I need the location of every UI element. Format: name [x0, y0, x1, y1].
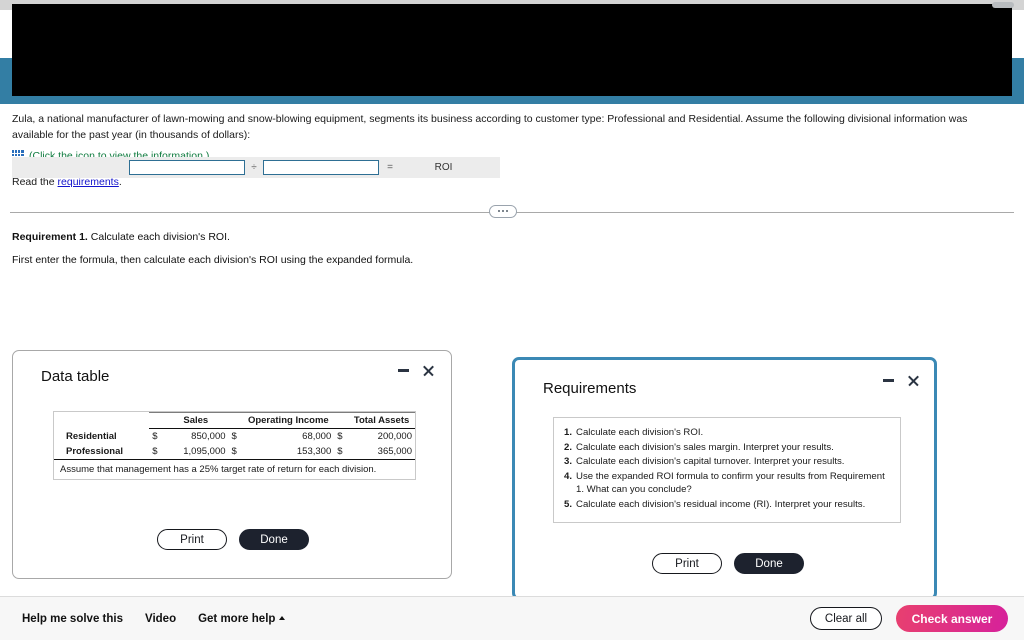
data-table-dialog-title: Data table: [41, 368, 110, 385]
divisional-data-table: Sales Operating Income Total Assets Resi…: [54, 412, 415, 460]
caret-up-icon: [279, 616, 286, 621]
app-root: Zula, a national manufacturer of lawn-mo…: [0, 0, 1024, 640]
col-header-total-assets: Total Assets: [348, 412, 415, 429]
print-button[interactable]: Print: [652, 553, 722, 574]
minimize-icon[interactable]: [883, 379, 894, 382]
close-icon[interactable]: [907, 374, 920, 387]
help-me-solve-this-link[interactable]: Help me solve this: [22, 613, 123, 625]
requirements-dialog-buttons: Print Done: [652, 553, 804, 574]
col-rule-cur2: [228, 412, 243, 429]
table-row: Professional $ 1,095,000 $ 153,300 $ 365…: [54, 444, 415, 460]
done-button[interactable]: Done: [239, 529, 309, 550]
list-item-text: Calculate each division's capital turnov…: [576, 456, 845, 468]
requirements-dialog[interactable]: Requirements 1. Calculate each division'…: [512, 357, 937, 600]
browser-chrome-left: [0, 10, 12, 58]
total-assets-value: 200,000: [377, 431, 412, 442]
table-header-row: Sales Operating Income Total Assets: [54, 412, 415, 429]
equals-operator: =: [387, 162, 393, 173]
divide-operator: ÷: [251, 162, 257, 173]
operating-income-value: 153,300: [242, 444, 335, 460]
col-rule-cur3: [334, 412, 349, 429]
requirements-dialog-controls: [883, 374, 920, 387]
get-more-help-link[interactable]: Get more help: [198, 612, 286, 625]
expand-dots-button[interactable]: [489, 204, 517, 218]
table-header: Sales Operating Income Total Assets: [54, 412, 415, 429]
list-item-number: 2.: [564, 441, 573, 453]
minimize-icon[interactable]: [398, 369, 409, 372]
requirements-dialog-title: Requirements: [543, 380, 637, 397]
table-body: Residential $ 850,000 $ 68,000 $ 200,000…: [54, 429, 415, 460]
list-item-text: Use the expanded ROI formula to confirm …: [576, 470, 885, 496]
sales-value: 850,000: [191, 431, 226, 442]
section-divider: [0, 204, 1024, 219]
formula-entry-row: ÷ = ROI: [12, 157, 500, 178]
col-header-sales: Sales: [163, 412, 229, 429]
clear-all-button[interactable]: Clear all: [810, 607, 882, 630]
list-item-text: Calculate each division's sales margin. …: [576, 441, 834, 453]
list-item-number: 4.: [564, 470, 573, 482]
requirement-instruction: First enter the formula, then calculate …: [12, 253, 414, 266]
list-item-number: 3.: [564, 456, 573, 468]
col-rule-cur1: [149, 412, 164, 429]
total-assets-value: 365,000: [348, 444, 415, 460]
done-button[interactable]: Done: [734, 553, 804, 574]
operating-income-value: 68,000: [302, 431, 332, 442]
video-link[interactable]: Video: [145, 613, 176, 625]
problem-statement: Zula, a national manufacturer of lawn-mo…: [12, 113, 968, 141]
oi-currency: $: [231, 431, 237, 442]
check-answer-button[interactable]: Check answer: [896, 605, 1008, 632]
help-links-group: Help me solve this Video Get more help: [22, 612, 286, 625]
requirements-list-container: 1. Calculate each division's ROI. 2. Cal…: [553, 417, 901, 523]
formula-numerator-input[interactable]: [129, 160, 245, 175]
sales-value: 1,095,000: [163, 444, 229, 460]
formula-result-label: ROI: [434, 162, 453, 173]
header-accent-underline: [0, 96, 1024, 104]
oi-currency: $: [228, 444, 243, 460]
table-row: Residential $ 850,000 $ 68,000 $ 200,000: [54, 429, 415, 445]
data-table-container: Sales Operating Income Total Assets Resi…: [53, 411, 416, 480]
list-item-number: 1.: [564, 427, 573, 438]
formula-denominator-input[interactable]: [263, 160, 379, 175]
data-table-dialog-buttons: Print Done: [157, 529, 309, 550]
list-item-text: Calculate each division's residual incom…: [576, 499, 866, 511]
list-item-number: 5.: [564, 499, 573, 511]
list-item: 3. Calculate each division's capital tur…: [564, 455, 890, 469]
bottom-toolbar: Help me solve this Video Get more help C…: [0, 596, 1024, 640]
ta-currency: $: [334, 444, 349, 460]
col-header-operating-income: Operating Income: [242, 412, 335, 429]
sales-currency: $: [152, 431, 158, 442]
row-label: Residential: [66, 430, 117, 442]
data-table-dialog-controls: [398, 364, 435, 377]
list-item: 4. Use the expanded ROI formula to confi…: [564, 470, 890, 497]
list-item: 1. Calculate each division's ROI.: [564, 426, 890, 440]
dot-icon: [502, 210, 504, 212]
row-label: Professional: [54, 444, 150, 460]
data-table-dialog[interactable]: Data table Sales Operating Income Total …: [12, 350, 452, 579]
sales-currency: $: [149, 444, 164, 460]
get-more-help-label: Get more help: [198, 612, 276, 625]
redacted-header-region: [12, 4, 1012, 96]
col-header-blank: [54, 413, 149, 429]
close-icon[interactable]: [422, 364, 435, 377]
ta-currency: $: [337, 431, 343, 442]
action-buttons-group: Clear all Check answer: [810, 605, 1008, 632]
list-item-text: Calculate each division's ROI.: [576, 427, 704, 438]
dot-icon: [498, 210, 500, 212]
requirement-heading-bold: Requirement 1.: [12, 230, 88, 243]
problem-content: Zula, a national manufacturer of lawn-mo…: [0, 104, 1024, 266]
scrollbar-thumb[interactable]: [992, 2, 1014, 8]
list-item: 2. Calculate each division's sales margi…: [564, 441, 890, 455]
print-button[interactable]: Print: [157, 529, 227, 550]
dot-icon: [506, 210, 508, 212]
requirement-heading-rest: Calculate each division's ROI.: [87, 230, 230, 243]
data-table-note: Assume that management has a 25% target …: [60, 464, 377, 475]
list-item: 5. Calculate each division's residual in…: [564, 498, 890, 512]
requirement-heading: Requirement 1. Calculate each division's…: [0, 219, 1024, 243]
